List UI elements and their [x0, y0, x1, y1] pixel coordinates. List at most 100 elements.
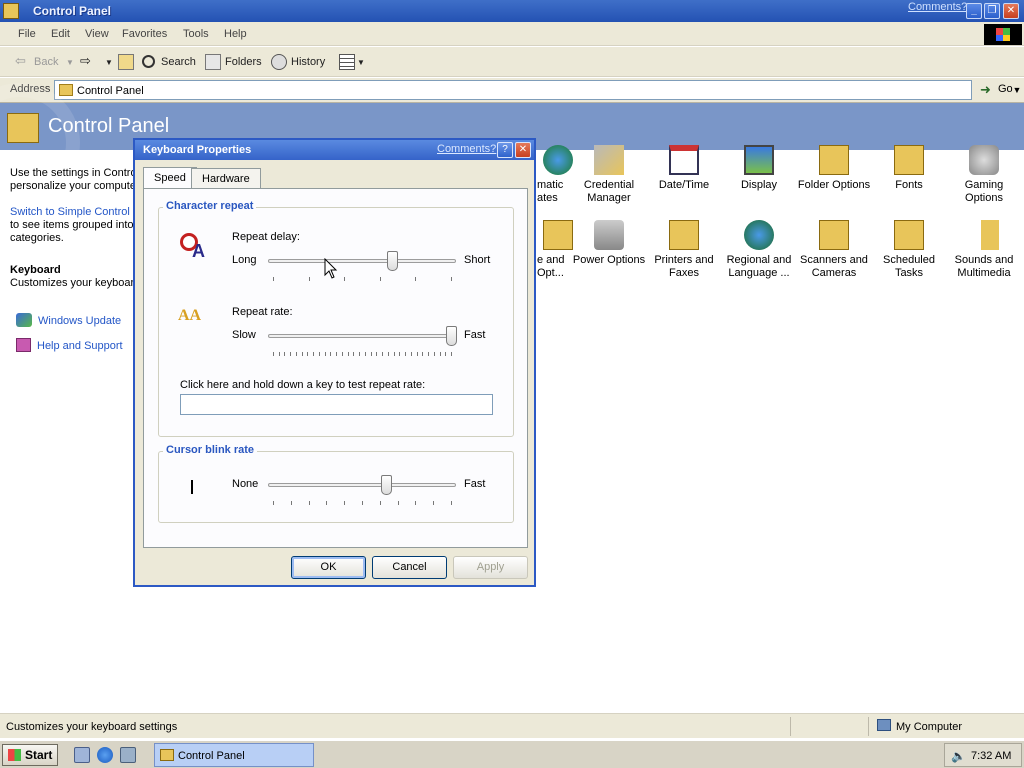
- back-button[interactable]: Back: [34, 56, 58, 68]
- slider-tick: [382, 352, 384, 356]
- menu-help[interactable]: Help: [224, 28, 247, 40]
- folders-icon[interactable]: [205, 54, 221, 70]
- views-dropdown-icon[interactable]: ▼: [357, 58, 365, 67]
- cursor-blink-min-label: None: [232, 478, 259, 490]
- forward-dropdown-icon[interactable]: ▼: [105, 58, 113, 67]
- go-button[interactable]: Go: [998, 83, 1013, 95]
- cp-icon-gaming-options[interactable]: Gaming Options: [945, 145, 1023, 205]
- views-icon[interactable]: [339, 54, 355, 70]
- cp-icon-scanners-cameras[interactable]: Scanners and Cameras: [795, 220, 873, 280]
- repeat-delay-min-label: Long: [232, 254, 257, 266]
- apply-button[interactable]: Apply: [453, 556, 528, 579]
- address-input[interactable]: Control Panel ▼: [54, 80, 1021, 100]
- history-icon[interactable]: [271, 54, 287, 70]
- cursor-blink-max-label: Fast: [464, 478, 486, 490]
- repeat-rate-max-label: Fast: [464, 329, 486, 341]
- folders-button[interactable]: Folders: [225, 56, 262, 68]
- slider-tick: [370, 352, 372, 356]
- switch-view-link[interactable]: Switch to Simple Control P: [10, 206, 140, 218]
- page-title: Control Panel: [48, 115, 170, 137]
- cp-icon-display[interactable]: Display: [720, 145, 798, 192]
- repeat-rate-slider-thumb[interactable]: [445, 326, 457, 346]
- slider-tick: [405, 352, 407, 356]
- windows-update-link[interactable]: Windows Update: [38, 315, 121, 327]
- repeat-delay-icon: A: [178, 229, 210, 261]
- calendar-icon: [669, 145, 699, 175]
- cp-icon-scheduled-tasks[interactable]: Scheduled Tasks: [870, 220, 948, 280]
- slider-tick: [410, 352, 412, 356]
- internet-explorer-icon[interactable]: [97, 747, 113, 763]
- cp-icon-label-line1: Folder Options: [797, 179, 871, 191]
- menu-edit[interactable]: Edit: [51, 28, 70, 40]
- search-button[interactable]: Search: [161, 56, 196, 68]
- tab-hardware[interactable]: Hardware: [191, 168, 261, 188]
- control-panel-icon[interactable]: [3, 3, 19, 19]
- system-tray: 🔈 7:32 AM: [944, 743, 1022, 767]
- repeat-rate-slider[interactable]: [268, 324, 457, 358]
- help-button[interactable]: ?: [497, 142, 513, 158]
- cp-icon-folder-options[interactable]: Folder Options: [795, 145, 873, 192]
- left-pane: Use the settings in Contro personalize y…: [0, 150, 140, 710]
- window-title: Control Panel: [33, 4, 112, 18]
- menu-file[interactable]: File: [18, 28, 36, 40]
- back-arrow-icon[interactable]: ⇦: [15, 53, 26, 69]
- cp-icon-sounds-multimedia[interactable]: Sounds and Multimedia: [945, 220, 1023, 280]
- slider-tick: [451, 501, 452, 505]
- close-button[interactable]: ✕: [1003, 3, 1019, 19]
- speed-tab-page: Character repeat A Repeat delay: Long Sh…: [143, 188, 528, 548]
- tab-speed[interactable]: Speed: [143, 167, 197, 189]
- cp-icon-fonts[interactable]: Fonts: [870, 145, 948, 192]
- cancel-button[interactable]: Cancel: [372, 556, 447, 579]
- cp-icon-label-line1: Fonts: [895, 179, 923, 191]
- slider-tick: [364, 352, 366, 356]
- dialog-title-bar: Keyboard Properties Comments? ? ✕: [135, 140, 534, 160]
- slider-tick: [387, 352, 389, 356]
- dialog-close-button[interactable]: ✕: [515, 142, 531, 158]
- quick-launch-icon[interactable]: [120, 747, 136, 763]
- slider-tick: [301, 352, 303, 356]
- globe-icon: [744, 220, 774, 250]
- cp-icon-credential-manager[interactable]: Credential Manager: [570, 145, 648, 205]
- volume-icon[interactable]: 🔈: [951, 749, 966, 763]
- cursor-blink-slider[interactable]: [268, 473, 456, 507]
- start-button[interactable]: Start: [2, 744, 58, 766]
- tasks-folder-icon: [894, 220, 924, 250]
- show-desktop-icon[interactable]: [74, 747, 90, 763]
- clock[interactable]: 7:32 AM: [971, 750, 1011, 762]
- repeat-delay-slider-thumb[interactable]: [386, 251, 398, 271]
- cp-icon-regional-language[interactable]: Regional and Language ...: [720, 220, 798, 280]
- start-label: Start: [25, 748, 53, 762]
- up-folder-icon[interactable]: [118, 54, 134, 70]
- slider-tick: [451, 277, 452, 281]
- menu-favorites[interactable]: Favorites: [122, 28, 167, 40]
- repeat-rate-label: Repeat rate:: [232, 306, 293, 318]
- test-repeat-input[interactable]: [180, 394, 493, 415]
- go-arrow-icon[interactable]: ➜: [980, 82, 991, 98]
- taskbar-item-control-panel[interactable]: Control Panel: [154, 743, 314, 767]
- dialog-comments-link[interactable]: Comments?: [437, 143, 496, 155]
- slider-tick: [422, 352, 424, 356]
- minimize-button[interactable]: _: [966, 3, 982, 19]
- slider-tick: [415, 501, 417, 505]
- menu-view[interactable]: View: [85, 28, 109, 40]
- repeat-rate-icon: AA: [178, 307, 202, 324]
- slider-tick: [399, 352, 401, 356]
- cp-icon-printers-faxes[interactable]: Printers and Faxes: [645, 220, 723, 280]
- menu-tools[interactable]: Tools: [183, 28, 209, 40]
- cp-icon-date-time[interactable]: Date/Time: [645, 145, 723, 192]
- help-and-support-link[interactable]: Help and Support: [37, 340, 123, 352]
- cursor-blink-slider-thumb[interactable]: [381, 475, 393, 495]
- repeat-delay-slider[interactable]: [268, 249, 456, 283]
- ok-button[interactable]: OK: [291, 556, 366, 579]
- back-dropdown-icon[interactable]: ▼: [66, 58, 74, 67]
- restore-button[interactable]: ❐: [984, 3, 1000, 19]
- test-repeat-label: Click here and hold down a key to test r…: [180, 379, 426, 391]
- forward-arrow-icon[interactable]: ⇨: [80, 53, 91, 69]
- search-icon[interactable]: [142, 55, 155, 68]
- status-text: Customizes your keyboard settings: [6, 721, 178, 733]
- cp-icon-label-line2: Cameras: [811, 267, 857, 279]
- taskbar: Start Control Panel 🔈 7:32 AM: [0, 740, 1024, 768]
- cp-icon-power-options[interactable]: Power Options: [570, 220, 648, 267]
- history-button[interactable]: History: [291, 56, 325, 68]
- comments-link[interactable]: Comments?: [908, 1, 967, 13]
